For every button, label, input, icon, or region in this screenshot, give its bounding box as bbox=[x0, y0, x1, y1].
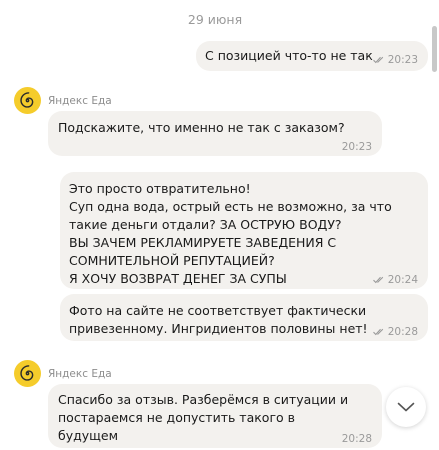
message-time: 20:24 bbox=[387, 274, 418, 286]
sender-row: Яндекс Еда bbox=[14, 360, 112, 387]
scroll-to-bottom-button[interactable] bbox=[386, 387, 426, 427]
message-meta: 20:23 bbox=[372, 51, 418, 69]
message-text: Подскажите, что именно не так с заказом? bbox=[58, 120, 345, 135]
chevron-down-icon bbox=[397, 402, 415, 412]
message-bubble-outgoing[interactable]: С позицией что-то не так 20:23 bbox=[196, 41, 428, 71]
message-bubble-outgoing[interactable]: Фото на сайте не соответствует фактическ… bbox=[60, 294, 428, 341]
chat-window: 29 июня С позицией что-то не так 20:23 Я… bbox=[0, 0, 430, 450]
message-text: Спасибо за отзыв. Разберёмся в ситуации … bbox=[58, 392, 349, 443]
avatar bbox=[14, 87, 41, 114]
message-text: Фото на сайте не соответствует фактическ… bbox=[69, 303, 368, 336]
message-bubble-incoming[interactable]: Спасибо за отзыв. Разберёмся в ситуации … bbox=[48, 384, 382, 448]
message-time: 20:23 bbox=[341, 141, 372, 153]
date-separator: 29 июня bbox=[187, 12, 243, 27]
message-time: 20:23 bbox=[387, 54, 418, 66]
scrollbar-thumb[interactable] bbox=[432, 26, 437, 72]
message-meta: 20:28 bbox=[342, 430, 372, 448]
scrollbar[interactable] bbox=[430, 0, 439, 450]
sender-name: Яндекс Еда bbox=[48, 94, 112, 107]
avatar bbox=[14, 360, 41, 387]
message-text: Это просто отвратительно! Суп одна вода,… bbox=[69, 181, 392, 286]
yandex-eda-spiral-logo-icon bbox=[20, 92, 34, 108]
message-meta: 20:28 bbox=[372, 323, 418, 341]
message-meta: 20:24 bbox=[372, 271, 418, 289]
sender-name: Яндекс Еда bbox=[48, 367, 112, 380]
message-bubble-outgoing[interactable]: Это просто отвратительно! Суп одна вода,… bbox=[60, 172, 428, 289]
message-time: 20:28 bbox=[341, 433, 372, 445]
message-meta: 20:23 bbox=[342, 138, 372, 156]
yandex-eda-spiral-logo-icon bbox=[20, 365, 34, 381]
message-bubble-incoming[interactable]: Подскажите, что именно не так с заказом?… bbox=[48, 111, 382, 156]
double-check-icon bbox=[372, 328, 383, 336]
sender-row: Яндекс Еда bbox=[14, 87, 112, 114]
double-check-icon bbox=[372, 276, 383, 284]
message-time: 20:28 bbox=[387, 326, 418, 338]
double-check-icon bbox=[372, 56, 383, 64]
message-text: С позицией что-то не так bbox=[205, 48, 373, 63]
